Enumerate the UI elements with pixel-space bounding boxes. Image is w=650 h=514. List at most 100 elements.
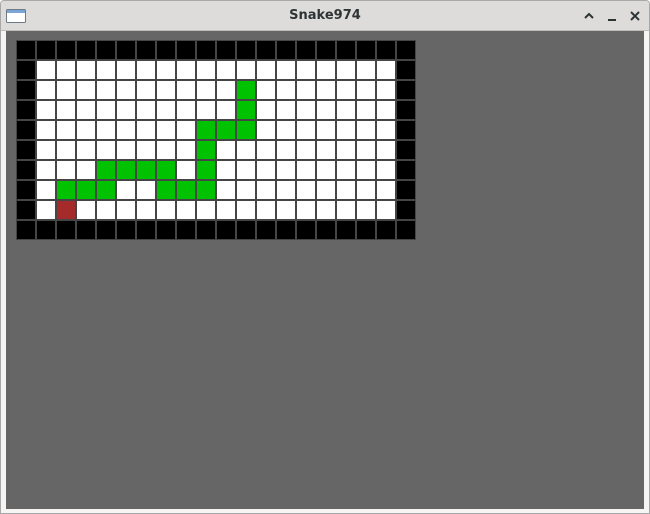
empty-cell	[156, 120, 176, 140]
empty-cell	[96, 60, 116, 80]
empty-cell	[96, 100, 116, 120]
empty-cell	[376, 120, 396, 140]
empty-cell	[256, 60, 276, 80]
close-button[interactable]	[625, 6, 645, 26]
wall-cell	[196, 220, 216, 240]
wall-cell	[16, 40, 36, 60]
empty-cell	[316, 80, 336, 100]
wall-cell	[16, 140, 36, 160]
empty-cell	[196, 60, 216, 80]
empty-cell	[56, 120, 76, 140]
snake-segment	[236, 120, 256, 140]
empty-cell	[156, 200, 176, 220]
empty-cell	[256, 100, 276, 120]
empty-cell	[56, 140, 76, 160]
empty-cell	[336, 80, 356, 100]
empty-cell	[276, 160, 296, 180]
empty-cell	[36, 80, 56, 100]
wall-cell	[156, 220, 176, 240]
empty-cell	[356, 100, 376, 120]
maximize-button[interactable]	[579, 6, 599, 26]
wall-cell	[236, 220, 256, 240]
empty-cell	[356, 140, 376, 160]
minimize-button[interactable]	[602, 6, 622, 26]
wall-cell	[36, 220, 56, 240]
game-board	[16, 40, 416, 240]
empty-cell	[136, 180, 156, 200]
empty-cell	[376, 80, 396, 100]
empty-cell	[296, 160, 316, 180]
empty-cell	[356, 200, 376, 220]
empty-cell	[116, 120, 136, 140]
empty-cell	[36, 200, 56, 220]
empty-cell	[316, 100, 336, 120]
wall-cell	[116, 220, 136, 240]
empty-cell	[116, 200, 136, 220]
empty-cell	[356, 180, 376, 200]
empty-cell	[256, 180, 276, 200]
game-canvas[interactable]	[6, 31, 644, 509]
empty-cell	[196, 100, 216, 120]
empty-cell	[236, 180, 256, 200]
empty-cell	[136, 200, 156, 220]
snake-segment	[156, 160, 176, 180]
empty-cell	[76, 200, 96, 220]
food-item	[56, 200, 76, 220]
wall-cell	[136, 40, 156, 60]
snake-segment	[196, 140, 216, 160]
empty-cell	[296, 80, 316, 100]
empty-cell	[316, 60, 336, 80]
empty-cell	[216, 100, 236, 120]
empty-cell	[296, 200, 316, 220]
wall-cell	[356, 220, 376, 240]
wall-cell	[376, 220, 396, 240]
wall-cell	[16, 200, 36, 220]
empty-cell	[276, 120, 296, 140]
wall-cell	[396, 160, 416, 180]
empty-cell	[136, 60, 156, 80]
empty-cell	[36, 140, 56, 160]
snake-segment	[156, 180, 176, 200]
snake-segment	[196, 120, 216, 140]
empty-cell	[96, 80, 116, 100]
wall-cell	[396, 200, 416, 220]
empty-cell	[76, 120, 96, 140]
wall-cell	[16, 60, 36, 80]
empty-cell	[156, 140, 176, 160]
empty-cell	[216, 200, 236, 220]
wall-cell	[296, 40, 316, 60]
snake-segment	[236, 80, 256, 100]
snake-segment	[96, 160, 116, 180]
empty-cell	[276, 200, 296, 220]
wall-cell	[256, 40, 276, 60]
empty-cell	[176, 200, 196, 220]
empty-cell	[96, 200, 116, 220]
snake-segment	[96, 180, 116, 200]
empty-cell	[176, 120, 196, 140]
empty-cell	[296, 120, 316, 140]
empty-cell	[136, 80, 156, 100]
empty-cell	[336, 200, 356, 220]
empty-cell	[36, 160, 56, 180]
empty-cell	[316, 180, 336, 200]
app-window: Snake974	[0, 0, 650, 514]
title-bar[interactable]: Snake974	[1, 1, 649, 31]
empty-cell	[356, 80, 376, 100]
wall-cell	[16, 80, 36, 100]
empty-cell	[76, 100, 96, 120]
empty-cell	[76, 60, 96, 80]
wall-cell	[376, 40, 396, 60]
empty-cell	[296, 100, 316, 120]
empty-cell	[296, 180, 316, 200]
empty-cell	[116, 140, 136, 160]
empty-cell	[136, 140, 156, 160]
empty-cell	[216, 180, 236, 200]
wall-cell	[76, 220, 96, 240]
empty-cell	[356, 120, 376, 140]
empty-cell	[116, 80, 136, 100]
empty-cell	[256, 120, 276, 140]
snake-segment	[76, 180, 96, 200]
wall-cell	[176, 220, 196, 240]
wall-cell	[396, 180, 416, 200]
empty-cell	[376, 180, 396, 200]
